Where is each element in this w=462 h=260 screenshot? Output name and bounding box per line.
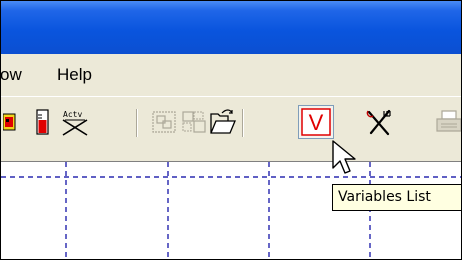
svg-text:Actv: Actv xyxy=(63,110,82,119)
tools-icon xyxy=(366,109,391,136)
menu-item-help[interactable]: Help xyxy=(57,65,92,85)
application-window: ow Help Actv V Variables List xyxy=(0,0,462,260)
grid-lines xyxy=(1,162,461,259)
toolbar: Actv V xyxy=(1,96,461,161)
tb-button-open[interactable] xyxy=(208,107,238,137)
menu-bar: ow Help xyxy=(1,54,461,96)
variables-list-button[interactable]: V xyxy=(298,105,334,139)
tb-button-group[interactable] xyxy=(149,107,179,137)
mouse-pointer-icon xyxy=(332,140,356,174)
title-bar[interactable] xyxy=(1,1,461,54)
svg-text:V: V xyxy=(309,110,324,135)
open-folder-icon xyxy=(210,109,236,134)
ungroup-objects-icon xyxy=(182,111,206,133)
toolbar-separator xyxy=(136,109,138,137)
tooltip: Variables List xyxy=(332,184,461,211)
tb-button-activex[interactable]: Actv xyxy=(59,107,89,137)
tb-button-ungroup[interactable] xyxy=(179,107,209,137)
tb-button-gauge[interactable] xyxy=(28,107,58,137)
toolbar-separator xyxy=(242,109,244,137)
thermometer-gauge-icon xyxy=(36,109,49,135)
tb-button-tools[interactable] xyxy=(364,107,394,137)
activex-control-icon: Actv xyxy=(62,110,88,136)
print-icon xyxy=(436,110,461,132)
variables-list-icon: V xyxy=(301,108,331,136)
tb-button-print[interactable] xyxy=(433,107,461,137)
menu-item-window[interactable]: ow xyxy=(1,65,22,85)
group-objects-icon xyxy=(152,111,176,133)
